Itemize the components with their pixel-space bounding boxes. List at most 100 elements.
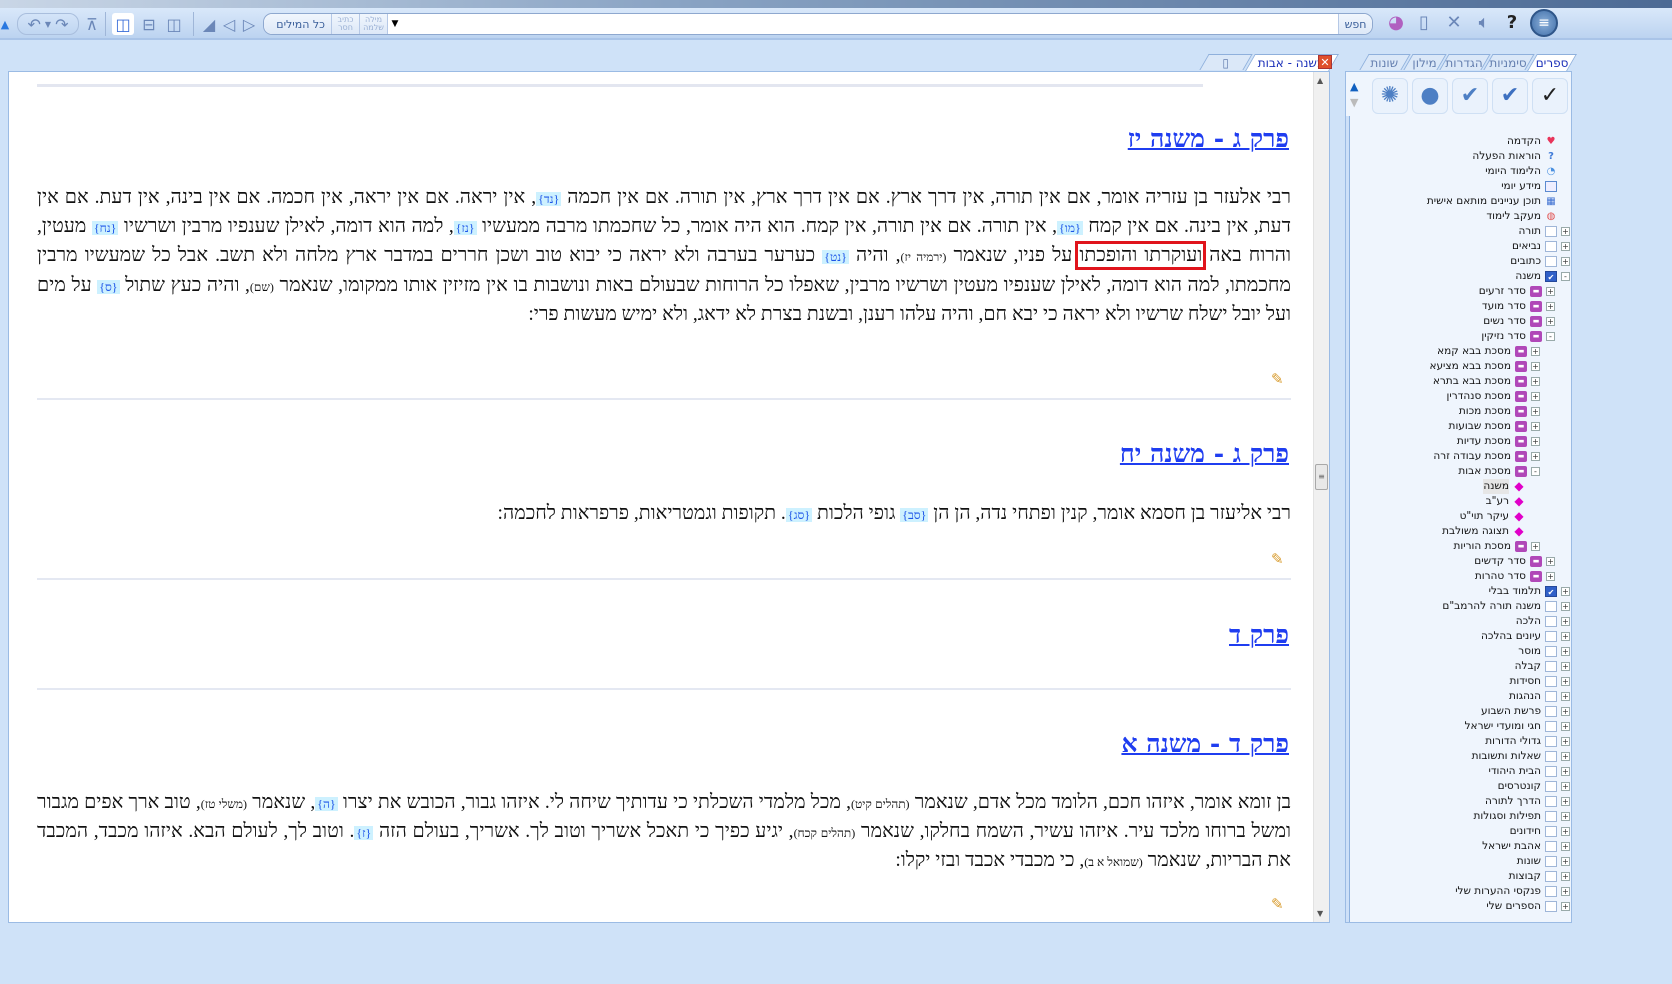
commentary-marker[interactable]: {נז} xyxy=(453,221,477,236)
tree-item[interactable]: + ▬ מסכת עבודה זרה xyxy=(1352,449,1570,464)
commentary-marker[interactable]: {ז} xyxy=(354,826,374,841)
tree-item[interactable]: - ▬ מסכת אבות xyxy=(1352,464,1570,479)
tree-item[interactable]: + חידונים xyxy=(1352,824,1570,839)
redo-icon[interactable]: ↷ xyxy=(55,15,68,34)
expand-icon[interactable]: + xyxy=(1561,872,1570,881)
scroll-down-icon[interactable]: ▼ xyxy=(1317,909,1323,918)
tree-item[interactable]: + הספרים שלי xyxy=(1352,899,1570,914)
expand-icon[interactable]: + xyxy=(1531,347,1540,356)
main-menu-button[interactable]: ≡ xyxy=(1530,9,1558,37)
expand-icon[interactable]: + xyxy=(1561,827,1570,836)
scrollbar-thumb[interactable]: ≡ xyxy=(1315,464,1328,490)
undo-dropdown-icon[interactable]: ▼ xyxy=(45,20,51,29)
move-down-icon[interactable]: ▼ xyxy=(1350,96,1358,109)
tree-item[interactable]: + ▬ מסכת בבא קמא xyxy=(1352,344,1570,359)
box-icon[interactable] xyxy=(1545,886,1557,897)
tree-item[interactable]: + הלכה xyxy=(1352,614,1570,629)
expand-icon[interactable]: + xyxy=(1546,572,1555,581)
collapse-icon[interactable]: - xyxy=(1531,467,1540,476)
box-icon[interactable] xyxy=(1545,646,1557,657)
tree-item[interactable]: + ▬ מסכת סנהדרין xyxy=(1352,389,1570,404)
tree-item[interactable]: + גדולי הדורות xyxy=(1352,734,1570,749)
tree-item[interactable]: + ▬ סדר מועד xyxy=(1352,299,1570,314)
box-icon[interactable] xyxy=(1545,706,1557,717)
commentary-marker[interactable]: {מו} xyxy=(1057,221,1083,236)
tree-item[interactable]: + קבוצות xyxy=(1352,869,1570,884)
verse-reference[interactable]: (תהלים קכח) xyxy=(794,826,856,840)
tab-books[interactable]: ספרים xyxy=(1527,54,1577,71)
expand-icon[interactable]: + xyxy=(1561,782,1570,791)
expand-icon[interactable]: + xyxy=(1561,632,1570,641)
tree-item[interactable]: ? הוראות הפעלה xyxy=(1352,149,1570,164)
expand-icon[interactable]: + xyxy=(1561,737,1570,746)
tree-item[interactable]: מידע יומי xyxy=(1352,179,1570,194)
tree-item[interactable]: + קבלה xyxy=(1352,659,1570,674)
expand-icon[interactable]: + xyxy=(1561,602,1570,611)
box-icon[interactable] xyxy=(1545,616,1557,627)
box-icon[interactable] xyxy=(1545,631,1557,642)
box-icon[interactable] xyxy=(1545,661,1557,672)
tree-item[interactable]: + קונטרסים xyxy=(1352,779,1570,794)
expand-icon[interactable]: + xyxy=(1546,287,1555,296)
tree-item[interactable]: + חגי ומועדי ישראל xyxy=(1352,719,1570,734)
expand-icon[interactable]: + xyxy=(1561,752,1570,761)
tree-item[interactable]: + ✔ תלמוד בבלי xyxy=(1352,584,1570,599)
verse-reference[interactable]: (ירמיה יז) xyxy=(901,250,947,264)
tree-item[interactable]: ◆ רע"ב xyxy=(1352,494,1570,509)
expand-icon[interactable]: + xyxy=(1531,362,1540,371)
commentary-marker[interactable]: {נט} xyxy=(822,250,849,265)
tree-item[interactable]: + כתובים xyxy=(1352,254,1570,269)
tab-bookmarks[interactable]: סימניות xyxy=(1483,54,1535,70)
tab-misc[interactable]: שונות xyxy=(1359,54,1411,70)
eraser-icon[interactable]: ◢ xyxy=(200,13,218,35)
expand-icon[interactable]: + xyxy=(1561,692,1570,701)
checked-icon[interactable]: ✔ xyxy=(1545,271,1557,282)
tree-item[interactable]: - ▬ סדר נזיקין xyxy=(1352,329,1570,344)
tree-item[interactable]: + תורה xyxy=(1352,224,1570,239)
highlighted-text[interactable]: ועוקרתו והופכתו xyxy=(1075,241,1207,271)
tree-item[interactable]: + שאלות ותשובות xyxy=(1352,749,1570,764)
section-heading[interactable]: פרק ד - משנה א xyxy=(1121,729,1289,759)
tree-item[interactable]: + ▬ מסכת הוריות xyxy=(1352,539,1570,554)
box-icon[interactable] xyxy=(1545,856,1557,867)
box-icon[interactable] xyxy=(1545,826,1557,837)
expand-icon[interactable]: + xyxy=(1546,317,1555,326)
tree-item[interactable]: ◔ הלימוד היומי xyxy=(1352,164,1570,179)
expand-icon[interactable]: + xyxy=(1561,227,1570,236)
section-heading[interactable]: פרק ג - משנה יז xyxy=(1128,124,1289,154)
expand-icon[interactable]: + xyxy=(1561,887,1570,896)
expand-icon[interactable]: + xyxy=(1561,722,1570,731)
collapse-arrow-icon[interactable]: ▲ xyxy=(0,13,10,35)
box-icon[interactable] xyxy=(1545,676,1557,687)
tree-item[interactable]: + משנה תורה להרמב"ם xyxy=(1352,599,1570,614)
box-icon[interactable] xyxy=(1545,781,1557,792)
expand-icon[interactable]: + xyxy=(1561,902,1570,911)
box-icon[interactable] xyxy=(1545,871,1557,882)
check-icon[interactable]: ✔ xyxy=(1492,78,1528,114)
tree-item[interactable]: + ▬ מסכת בבא בתרא xyxy=(1352,374,1570,389)
search-mode-all-words[interactable]: כל המילים xyxy=(264,14,332,34)
expand-icon[interactable]: + xyxy=(1561,617,1570,626)
box-icon[interactable] xyxy=(1545,241,1557,252)
search-history-dropdown-icon[interactable]: ▼ xyxy=(388,14,402,34)
tree-item[interactable]: + חסידות xyxy=(1352,674,1570,689)
layout-single-icon[interactable]: ◫ xyxy=(112,13,134,35)
pencil-edit-icon[interactable]: ✎ xyxy=(1271,370,1284,388)
expand-icon[interactable]: + xyxy=(1531,542,1540,551)
box-icon[interactable] xyxy=(1545,226,1557,237)
expand-icon[interactable]: + xyxy=(1561,242,1570,251)
close-all-icon[interactable]: ✕ xyxy=(1442,12,1466,36)
expand-icon[interactable]: + xyxy=(1546,557,1555,566)
expand-icon[interactable]: + xyxy=(1531,422,1540,431)
tree-item[interactable]: + ▬ סדר טהרות xyxy=(1352,569,1570,584)
box-icon[interactable] xyxy=(1545,721,1557,732)
expand-icon[interactable]: + xyxy=(1561,857,1570,866)
verse-reference[interactable]: (תהלים קיט) xyxy=(851,797,910,811)
section-heading[interactable]: פרק ד xyxy=(1229,620,1289,650)
color-wheel-icon[interactable]: ◕ xyxy=(1384,12,1408,36)
tree-item[interactable]: ♥ הקדמה xyxy=(1352,134,1570,149)
tree-item[interactable]: + שונות xyxy=(1352,854,1570,869)
tree-item[interactable]: + ▬ סדר זרעים xyxy=(1352,284,1570,299)
expand-icon[interactable]: + xyxy=(1546,302,1555,311)
checked-icon[interactable]: ✔ xyxy=(1545,586,1557,597)
